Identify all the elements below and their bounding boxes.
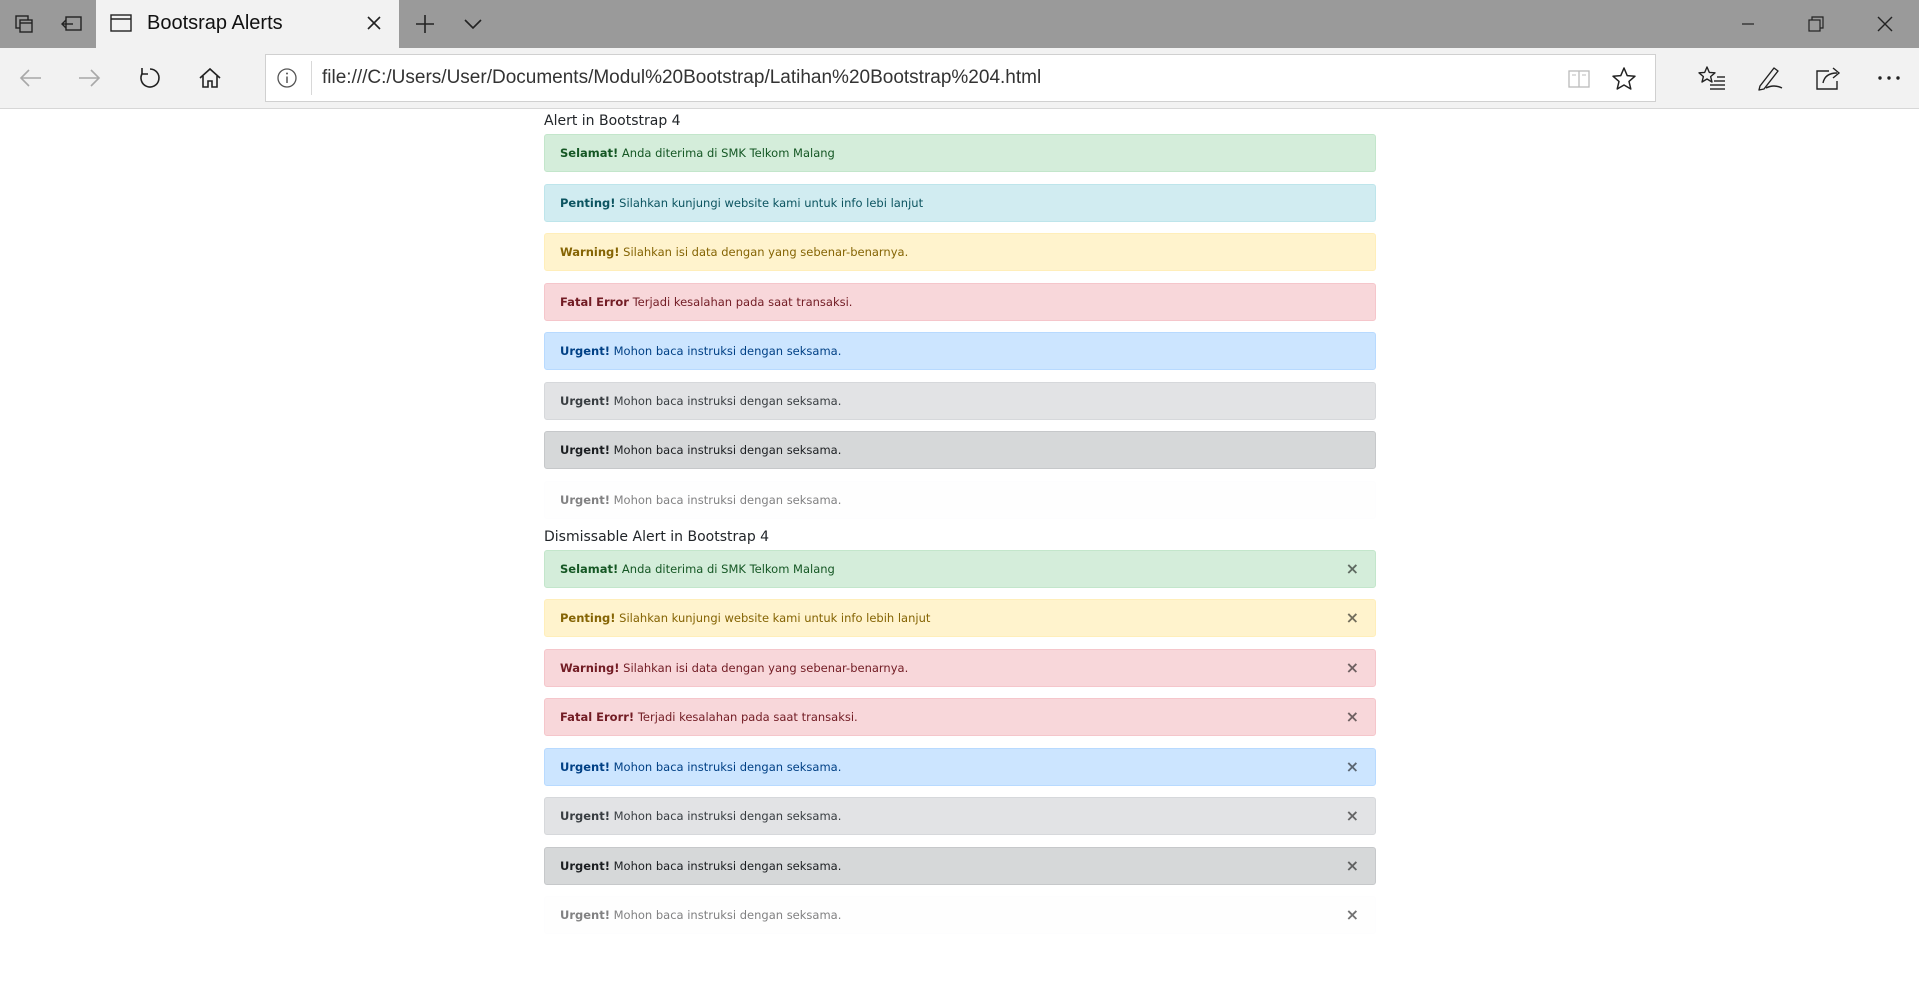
page-icon xyxy=(110,14,132,32)
alert-text: Mohon baca instruksi dengan seksama. xyxy=(609,393,842,408)
minimize-icon[interactable] xyxy=(1714,0,1782,48)
alert-strong: Urgent! xyxy=(560,492,610,507)
alert-text: Mohon baca instruksi dengan seksama. xyxy=(609,492,842,507)
alert-strong: Urgent! xyxy=(560,443,610,457)
chevron-down-icon[interactable] xyxy=(449,0,497,48)
alert-text: Mohon baca instruksi dengan seksama. xyxy=(609,344,842,358)
close-icon[interactable]: × xyxy=(1346,600,1359,636)
alert-text: Terjadi kesalahan pada saat transaksi. xyxy=(628,294,853,309)
dismissable-alert-primary: Urgent! Mohon baca instruksi dengan seks… xyxy=(544,747,1376,786)
url-text[interactable]: file:///C:/Users/User/Documents/Modul%20… xyxy=(322,67,1041,89)
close-window-icon[interactable] xyxy=(1851,0,1919,48)
navigation-bar: file:///C:/Users/User/Documents/Modul%20… xyxy=(0,48,1919,109)
tab-active[interactable]: Bootsrap Alerts xyxy=(96,0,399,48)
share-icon[interactable] xyxy=(1801,54,1857,102)
more-icon[interactable] xyxy=(1861,54,1917,102)
alert-text: Anda diterima di SMK Telkom Malang xyxy=(618,146,835,160)
pen-icon[interactable] xyxy=(1742,54,1798,102)
alert-strong: Urgent! xyxy=(560,759,610,774)
dismissable-alert-dark: Urgent! Mohon baca instruksi dengan seks… xyxy=(544,846,1376,885)
alert-strong: Selamat! xyxy=(560,146,619,160)
alert-strong: Urgent! xyxy=(560,393,610,408)
restore-icon[interactable] xyxy=(1782,0,1850,48)
home-icon[interactable] xyxy=(185,54,235,102)
close-icon[interactable]: × xyxy=(1346,848,1359,884)
close-icon[interactable]: × xyxy=(1346,699,1359,735)
alert-text: Mohon baca instruksi dengan seksama. xyxy=(609,858,842,873)
title-bar: Bootsrap Alerts xyxy=(0,0,1919,48)
close-icon[interactable]: × xyxy=(1346,650,1359,686)
alert-text: Mohon baca instruksi dengan seksama. xyxy=(609,759,842,774)
alert-strong: Fatal Erorr! xyxy=(560,710,635,724)
dismissable-alert-danger: Fatal Erorr! Terjadi kesalahan pada saat… xyxy=(544,698,1376,736)
dismissable-alert-success: Selamat! Anda diterima di SMK Telkom Mal… xyxy=(544,549,1376,588)
info-icon[interactable] xyxy=(276,67,298,89)
alert-success: Selamat! Anda diterima di SMK Telkom Mal… xyxy=(544,134,1376,172)
alert-text: Mohon baca instruksi dengan seksama. xyxy=(609,809,842,823)
alert-strong: Urgent! xyxy=(560,344,610,358)
dismissable-alert-light: Urgent! Mohon baca instruksi dengan seks… xyxy=(544,896,1376,934)
address-divider xyxy=(311,61,312,95)
new-tab-icon[interactable] xyxy=(401,0,449,48)
tab-manager-icon[interactable] xyxy=(0,0,48,48)
close-tab-icon[interactable] xyxy=(363,12,385,34)
alert-text: Terjadi kesalahan pada saat transaksi. xyxy=(634,710,858,724)
tab-title: Bootsrap Alerts xyxy=(147,12,283,34)
alert-strong: Penting! xyxy=(560,195,616,210)
star-icon[interactable] xyxy=(1611,66,1637,92)
alert-text: Silahkan kunjungi website kami untuk inf… xyxy=(615,195,924,210)
dismissable-alert-danger: Warning! Silahkan isi data dengan yang s… xyxy=(544,648,1376,687)
section-title-dismissable: Dismissable Alert in Bootstrap 4 xyxy=(544,528,770,545)
reading-view-icon[interactable] xyxy=(1567,67,1591,91)
alert-strong: Fatal Error xyxy=(560,294,629,309)
alert-text: Silahkan isi data dengan yang sebenar-be… xyxy=(619,660,909,675)
alert-strong: Penting! xyxy=(560,611,616,625)
alert-secondary: Urgent! Mohon baca instruksi dengan seks… xyxy=(544,381,1376,420)
close-icon[interactable]: × xyxy=(1346,749,1359,785)
alert-strong: Warning! xyxy=(560,660,620,675)
back-arrow-icon[interactable] xyxy=(6,54,56,102)
close-icon[interactable]: × xyxy=(1346,897,1359,933)
alert-text: Mohon baca instruksi dengan seksama. xyxy=(609,443,842,457)
alert-text: Anda diterima di SMK Telkom Malang xyxy=(618,561,835,576)
alert-warning: Warning! Silahkan isi data dengan yang s… xyxy=(544,233,1376,271)
alerts-container: Alert in Bootstrap 4 Selamat! Anda diter… xyxy=(544,110,1376,946)
alert-danger: Fatal Error Terjadi kesalahan pada saat … xyxy=(544,282,1376,321)
alert-light: Urgent! Mohon baca instruksi dengan seks… xyxy=(544,480,1376,519)
alert-strong: Selamat! xyxy=(560,561,619,576)
alert-primary: Urgent! Mohon baca instruksi dengan seks… xyxy=(544,332,1376,370)
alert-text: Silahkan isi data dengan yang sebenar-be… xyxy=(619,245,909,259)
alert-dark: Urgent! Mohon baca instruksi dengan seks… xyxy=(544,431,1376,469)
set-aside-tabs-icon[interactable] xyxy=(48,0,96,48)
alert-text: Mohon baca instruksi dengan seksama. xyxy=(609,908,842,922)
page-content: Alert in Bootstrap 4 Selamat! Anda diter… xyxy=(0,110,1919,994)
address-bar[interactable]: file:///C:/Users/User/Documents/Modul%20… xyxy=(265,54,1656,102)
favorites-hub-icon[interactable] xyxy=(1684,54,1740,102)
forward-arrow-icon[interactable] xyxy=(64,54,114,102)
refresh-icon[interactable] xyxy=(125,54,175,102)
alert-strong: Urgent! xyxy=(560,809,610,823)
alert-strong: Warning! xyxy=(560,245,620,259)
alert-strong: Urgent! xyxy=(560,858,610,873)
section-title-alert: Alert in Bootstrap 4 xyxy=(544,113,681,129)
alert-text: Silahkan kunjungi website kami untuk inf… xyxy=(615,611,931,625)
dismissable-alert-secondary: Urgent! Mohon baca instruksi dengan seks… xyxy=(544,797,1376,835)
close-icon[interactable]: × xyxy=(1346,798,1359,834)
close-icon[interactable]: × xyxy=(1346,551,1359,587)
alert-info: Penting! Silahkan kunjungi website kami … xyxy=(544,183,1376,222)
dismissable-alert-warning: Penting! Silahkan kunjungi website kami … xyxy=(544,599,1376,637)
alert-strong: Urgent! xyxy=(560,908,610,922)
